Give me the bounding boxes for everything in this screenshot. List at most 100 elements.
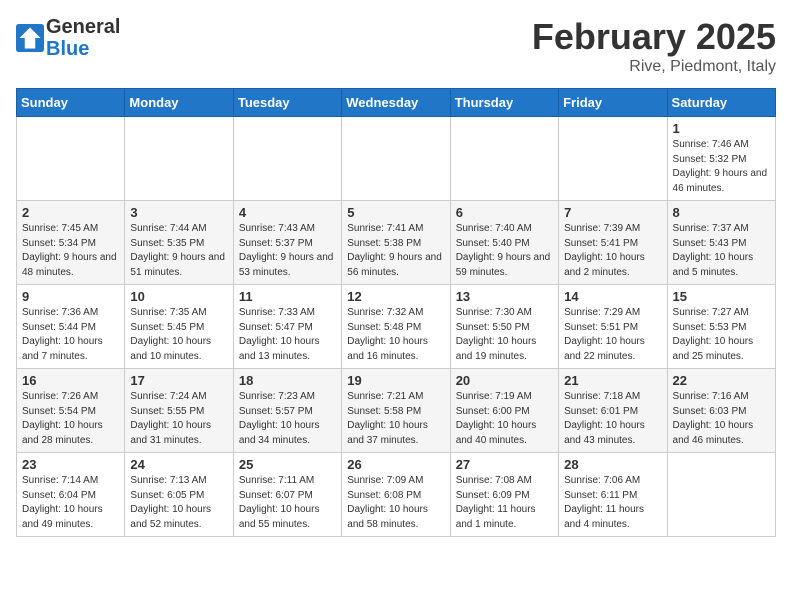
- day-number: 9: [22, 289, 119, 304]
- day-info: Sunrise: 7:35 AM Sunset: 5:45 PM Dayligh…: [130, 306, 227, 364]
- day-number: 7: [564, 205, 661, 220]
- day-info: Sunrise: 7:43 AM Sunset: 5:37 PM Dayligh…: [239, 222, 336, 280]
- day-number: 16: [22, 373, 119, 388]
- calendar-cell: [125, 117, 233, 201]
- day-info: Sunrise: 7:13 AM Sunset: 6:05 PM Dayligh…: [130, 474, 227, 532]
- calendar-cell: 23 Sunrise: 7:14 AM Sunset: 6:04 PM Dayli…: [17, 453, 125, 537]
- day-info: Sunrise: 7:36 AM Sunset: 5:44 PM Dayligh…: [22, 306, 119, 364]
- day-info: Sunrise: 7:44 AM Sunset: 5:35 PM Dayligh…: [130, 222, 227, 280]
- day-number: 28: [564, 457, 661, 472]
- day-number: 5: [347, 205, 444, 220]
- calendar-cell: 28 Sunrise: 7:06 AM Sunset: 6:11 PM Dayli…: [559, 453, 667, 537]
- day-info: Sunrise: 7:16 AM Sunset: 6:03 PM Dayligh…: [673, 390, 770, 448]
- calendar-cell: 1 Sunrise: 7:46 AM Sunset: 5:32 PM Daylig…: [667, 117, 775, 201]
- weekday-header-wednesday: Wednesday: [342, 89, 450, 117]
- day-info: Sunrise: 7:46 AM Sunset: 5:32 PM Dayligh…: [673, 138, 770, 196]
- day-info: Sunrise: 7:29 AM Sunset: 5:51 PM Dayligh…: [564, 306, 661, 364]
- day-info: Sunrise: 7:06 AM Sunset: 6:11 PM Dayligh…: [564, 474, 661, 532]
- calendar-week-4: 16 Sunrise: 7:26 AM Sunset: 5:54 PM Dayli…: [17, 369, 776, 453]
- calendar-cell: 3 Sunrise: 7:44 AM Sunset: 5:35 PM Daylig…: [125, 201, 233, 285]
- day-number: 18: [239, 373, 336, 388]
- logo-text-general: General: [46, 16, 120, 38]
- day-number: 24: [130, 457, 227, 472]
- calendar-cell: 20Sunrise: 7:19 AM Sunset: 6:00 PM Dayli…: [450, 369, 558, 453]
- weekday-header-sunday: Sunday: [17, 89, 125, 117]
- calendar-week-2: 2 Sunrise: 7:45 AM Sunset: 5:34 PM Daylig…: [17, 201, 776, 285]
- day-number: 20: [456, 373, 553, 388]
- calendar-cell: 27Sunrise: 7:08 AM Sunset: 6:09 PM Dayli…: [450, 453, 558, 537]
- calendar-cell: 7 Sunrise: 7:39 AM Sunset: 5:41 PM Daylig…: [559, 201, 667, 285]
- weekday-header-friday: Friday: [559, 89, 667, 117]
- weekday-header-thursday: Thursday: [450, 89, 558, 117]
- day-info: Sunrise: 7:21 AM Sunset: 5:58 PM Dayligh…: [347, 390, 444, 448]
- day-number: 22: [673, 373, 770, 388]
- calendar-cell: [233, 117, 341, 201]
- calendar-cell: [342, 117, 450, 201]
- weekday-header-monday: Monday: [125, 89, 233, 117]
- day-number: 3: [130, 205, 227, 220]
- calendar-cell: 5 Sunrise: 7:41 AM Sunset: 5:38 PM Daylig…: [342, 201, 450, 285]
- day-info: Sunrise: 7:11 AM Sunset: 6:07 PM Dayligh…: [239, 474, 336, 532]
- day-info: Sunrise: 7:14 AM Sunset: 6:04 PM Dayligh…: [22, 474, 119, 532]
- day-info: Sunrise: 7:27 AM Sunset: 5:53 PM Dayligh…: [673, 306, 770, 364]
- day-number: 2: [22, 205, 119, 220]
- calendar-cell: 10Sunrise: 7:35 AM Sunset: 5:45 PM Dayli…: [125, 285, 233, 369]
- day-number: 13: [456, 289, 553, 304]
- calendar-cell: 4 Sunrise: 7:43 AM Sunset: 5:37 PM Daylig…: [233, 201, 341, 285]
- calendar-cell: 2 Sunrise: 7:45 AM Sunset: 5:34 PM Daylig…: [17, 201, 125, 285]
- calendar-cell: 17 Sunrise: 7:24 AM Sunset: 5:55 PM Dayli…: [125, 369, 233, 453]
- calendar-cell: 26Sunrise: 7:09 AM Sunset: 6:08 PM Dayli…: [342, 453, 450, 537]
- calendar-cell: [667, 453, 775, 537]
- day-number: 25: [239, 457, 336, 472]
- day-number: 15: [673, 289, 770, 304]
- day-info: Sunrise: 7:23 AM Sunset: 5:57 PM Dayligh…: [239, 390, 336, 448]
- calendar-cell: [17, 117, 125, 201]
- calendar-cell: 18 Sunrise: 7:23 AM Sunset: 5:57 PM Dayli…: [233, 369, 341, 453]
- day-info: Sunrise: 7:26 AM Sunset: 5:54 PM Dayligh…: [22, 390, 119, 448]
- day-info: Sunrise: 7:32 AM Sunset: 5:48 PM Dayligh…: [347, 306, 444, 364]
- day-number: 17: [130, 373, 227, 388]
- calendar-cell: 12 Sunrise: 7:32 AM Sunset: 5:48 PM Dayli…: [342, 285, 450, 369]
- calendar-cell: 24 Sunrise: 7:13 AM Sunset: 6:05 PM Dayli…: [125, 453, 233, 537]
- day-number: 14: [564, 289, 661, 304]
- weekday-header-saturday: Saturday: [667, 89, 775, 117]
- month-title: February 2025: [532, 16, 776, 58]
- day-number: 23: [22, 457, 119, 472]
- day-number: 12: [347, 289, 444, 304]
- calendar-cell: 21 Sunrise: 7:18 AM Sunset: 6:01 PM Dayli…: [559, 369, 667, 453]
- calendar-cell: 6 Sunrise: 7:40 AM Sunset: 5:40 PM Daylig…: [450, 201, 558, 285]
- day-number: 27: [456, 457, 553, 472]
- calendar-cell: 15 Sunrise: 7:27 AM Sunset: 5:53 PM Dayli…: [667, 285, 775, 369]
- day-info: Sunrise: 7:40 AM Sunset: 5:40 PM Dayligh…: [456, 222, 553, 280]
- title-block: February 2025 Rive, Piedmont, Italy: [532, 16, 776, 76]
- day-number: 6: [456, 205, 553, 220]
- day-number: 19: [347, 373, 444, 388]
- calendar-cell: [450, 117, 558, 201]
- day-info: Sunrise: 7:45 AM Sunset: 5:34 PM Dayligh…: [22, 222, 119, 280]
- calendar-cell: 13 Sunrise: 7:30 AM Sunset: 5:50 PM Dayli…: [450, 285, 558, 369]
- calendar-cell: 16 Sunrise: 7:26 AM Sunset: 5:54 PM Dayli…: [17, 369, 125, 453]
- day-number: 4: [239, 205, 336, 220]
- calendar-cell: 11Sunrise: 7:33 AM Sunset: 5:47 PM Dayli…: [233, 285, 341, 369]
- logo-text-blue: Blue: [46, 38, 120, 60]
- weekday-header-tuesday: Tuesday: [233, 89, 341, 117]
- calendar-cell: [559, 117, 667, 201]
- page-header: General Blue February 2025 Rive, Piedmon…: [16, 16, 776, 76]
- logo: General Blue: [16, 16, 120, 60]
- calendar-cell: 14 Sunrise: 7:29 AM Sunset: 5:51 PM Dayli…: [559, 285, 667, 369]
- calendar-week-3: 9 Sunrise: 7:36 AM Sunset: 5:44 PM Daylig…: [17, 285, 776, 369]
- calendar-week-1: 1 Sunrise: 7:46 AM Sunset: 5:32 PM Daylig…: [17, 117, 776, 201]
- day-info: Sunrise: 7:39 AM Sunset: 5:41 PM Dayligh…: [564, 222, 661, 280]
- calendar-week-5: 23 Sunrise: 7:14 AM Sunset: 6:04 PM Dayli…: [17, 453, 776, 537]
- calendar-cell: 25 Sunrise: 7:11 AM Sunset: 6:07 PM Dayli…: [233, 453, 341, 537]
- day-info: Sunrise: 7:18 AM Sunset: 6:01 PM Dayligh…: [564, 390, 661, 448]
- logo-icon: [16, 24, 44, 52]
- day-info: Sunrise: 7:37 AM Sunset: 5:43 PM Dayligh…: [673, 222, 770, 280]
- day-info: Sunrise: 7:33 AM Sunset: 5:47 PM Dayligh…: [239, 306, 336, 364]
- calendar-cell: 22 Sunrise: 7:16 AM Sunset: 6:03 PM Dayli…: [667, 369, 775, 453]
- day-info: Sunrise: 7:41 AM Sunset: 5:38 PM Dayligh…: [347, 222, 444, 280]
- day-number: 21: [564, 373, 661, 388]
- day-info: Sunrise: 7:30 AM Sunset: 5:50 PM Dayligh…: [456, 306, 553, 364]
- day-info: Sunrise: 7:24 AM Sunset: 5:55 PM Dayligh…: [130, 390, 227, 448]
- day-number: 1: [673, 121, 770, 136]
